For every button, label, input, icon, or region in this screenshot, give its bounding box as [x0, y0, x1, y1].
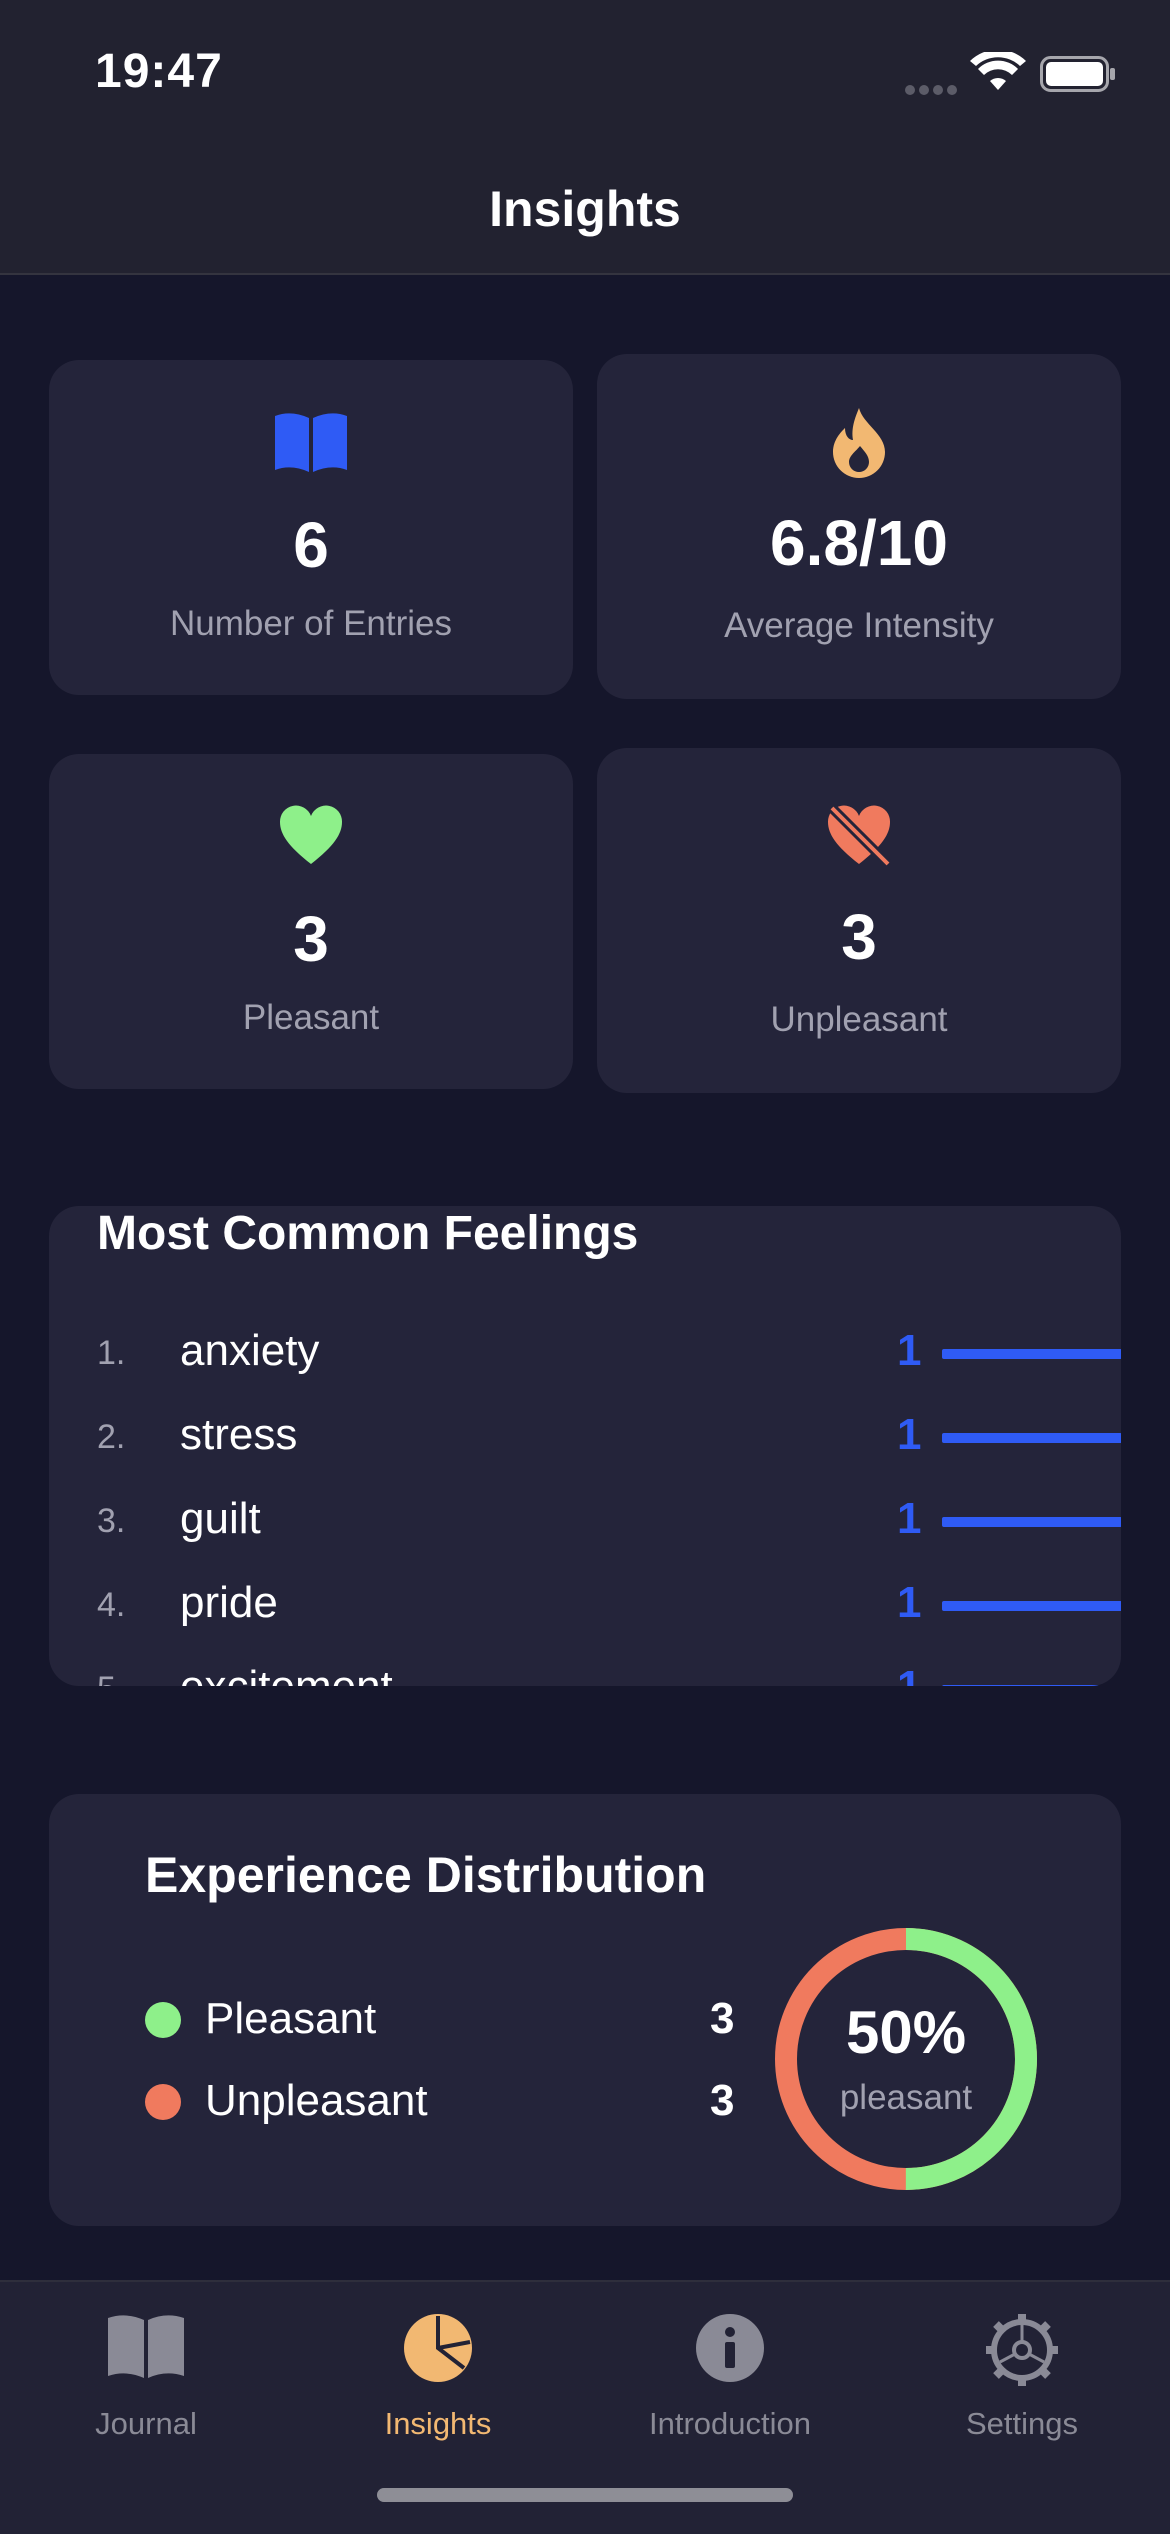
feeling-rank: 4. [97, 1586, 126, 1624]
tab-label: Insights [384, 2406, 492, 2441]
feeling-count: 1 [897, 1410, 922, 1459]
legend-dot-unpleasant [145, 2084, 181, 2120]
unpleasant-count-label: Unpleasant [770, 1000, 948, 1039]
feeling-count: 1 [897, 1326, 922, 1375]
legend-item-unpleasant: Unpleasant 3 [145, 2070, 745, 2130]
donut-percent: 50% [845, 1999, 967, 2066]
wifi-icon [970, 52, 1026, 90]
navigation-bar: Insights [0, 140, 1170, 275]
feeling-bar [942, 1433, 1121, 1443]
donut-percent-label: pleasant [839, 2078, 973, 2117]
pie-chart-icon [292, 2312, 584, 2392]
heart-slash-icon [597, 802, 1121, 882]
feeling-row: 1. anxiety 1 [97, 1322, 1121, 1382]
feeling-name: guilt [180, 1494, 261, 1543]
entries-count-card: 6 Number of Entries [49, 360, 573, 695]
pleasant-count-card: 3 Pleasant [49, 754, 573, 1089]
status-time: 19:47 [95, 45, 223, 98]
tab-label: Journal [95, 2406, 197, 2441]
feeling-row: 5. excitement 1 [97, 1658, 1121, 1686]
feeling-row: 3. guilt 1 [97, 1490, 1121, 1550]
unpleasant-count-card: 3 Unpleasant [597, 748, 1121, 1093]
feeling-rank: 5. [97, 1670, 125, 1686]
feeling-count: 1 [897, 1578, 922, 1627]
average-intensity-card: 6.8/10 Average Intensity [597, 354, 1121, 699]
feeling-bar [942, 1517, 1121, 1527]
heart-icon [49, 804, 573, 884]
feeling-name: stress [180, 1410, 298, 1459]
book-icon [49, 410, 573, 490]
page-title: Insights [489, 181, 681, 237]
tab-journal[interactable]: Journal [0, 2302, 292, 2452]
battery-icon [1040, 56, 1115, 92]
common-feelings-card: Most Common Feelings 1. anxiety 1 2. str… [49, 1206, 1121, 1686]
home-indicator [377, 2488, 793, 2502]
experience-distribution-title: Experience Distribution [145, 1847, 707, 1903]
legend-item-pleasant: Pleasant 3 [145, 1988, 745, 2048]
feeling-row: 2. stress 1 [97, 1406, 1121, 1466]
tab-label: Settings [965, 2406, 1078, 2441]
feeling-bar [942, 1349, 1121, 1359]
legend-value: 3 [710, 2076, 735, 2125]
entries-count-value: 6 [293, 509, 329, 581]
tab-introduction[interactable]: Introduction [584, 2302, 876, 2452]
feeling-rank: 3. [97, 1502, 126, 1540]
entries-count-label: Number of Entries [169, 604, 453, 643]
common-feelings-title: Most Common Feelings [97, 1207, 639, 1260]
unpleasant-count-value: 3 [841, 901, 877, 973]
feeling-name: excitement [180, 1662, 393, 1686]
flame-icon [597, 406, 1121, 486]
feeling-bar [942, 1685, 1121, 1686]
distribution-donut-chart: 50% pleasant [773, 1926, 1039, 2192]
pleasant-count-label: Pleasant [242, 998, 380, 1037]
feeling-name: pride [180, 1578, 278, 1627]
tab-settings[interactable]: Settings [876, 2302, 1168, 2452]
average-intensity-label: Average Intensity [724, 606, 994, 645]
tab-insights[interactable]: Insights [292, 2302, 584, 2452]
legend-label: Pleasant [205, 1994, 377, 2043]
gear-icon [876, 2312, 1168, 2392]
experience-distribution-card: Experience Distribution Pleasant 3 Unple… [49, 1794, 1121, 2226]
book-icon [0, 2312, 292, 2392]
feeling-bar [942, 1601, 1121, 1611]
info-icon [584, 2312, 876, 2392]
feeling-count: 1 [897, 1494, 922, 1543]
legend-label: Unpleasant [205, 2076, 428, 2125]
average-intensity-value: 6.8/10 [770, 507, 948, 579]
feeling-row: 4. pride 1 [97, 1574, 1121, 1634]
cellular-signal-icon [905, 82, 961, 100]
pleasant-count-value: 3 [293, 903, 329, 975]
feeling-rank: 1. [97, 1334, 126, 1372]
legend-value: 3 [710, 1994, 735, 2043]
status-bar: 19:47 [0, 0, 1170, 140]
tab-label: Introduction [649, 2406, 811, 2441]
feeling-rank: 2. [97, 1418, 126, 1456]
legend-dot-pleasant [145, 2002, 181, 2038]
feeling-count: 1 [897, 1662, 921, 1686]
feeling-name: anxiety [180, 1326, 320, 1375]
